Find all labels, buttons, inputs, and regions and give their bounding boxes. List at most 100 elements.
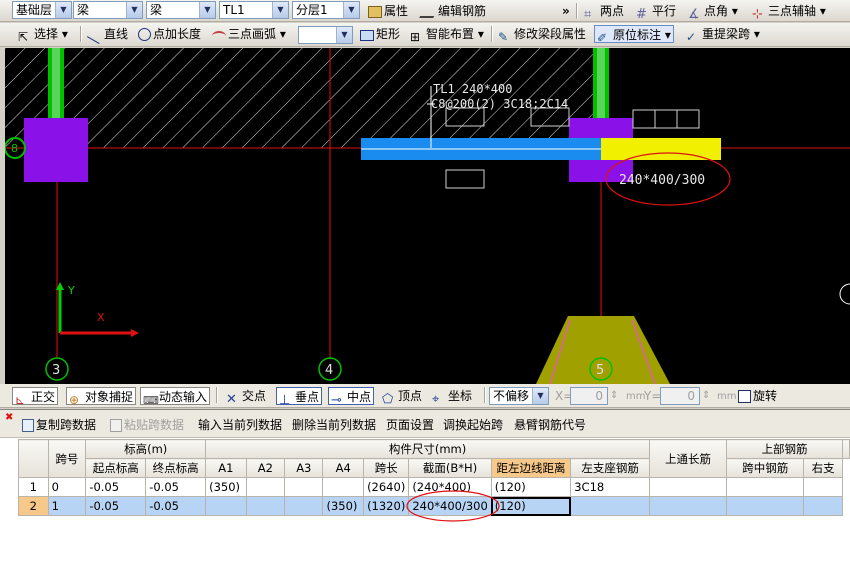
chevron-down-icon: ▼ (126, 2, 142, 18)
header-a2[interactable]: A2 (245, 458, 286, 478)
header-offset[interactable]: 距左边线距离 (490, 458, 572, 478)
point-length-button[interactable]: 点加长度 (136, 25, 203, 43)
annotation-box (445, 169, 485, 189)
cell-right[interactable] (803, 496, 843, 516)
header-a3[interactable]: A3 (284, 458, 324, 478)
header-end-elev[interactable]: 终点标高 (145, 458, 207, 478)
vertex-snap[interactable]: ⬠ 顶点 (380, 387, 424, 407)
cantilever-button[interactable]: 悬臂钢筋代号 (514, 416, 586, 433)
smart-layout-icon: ⊞ (410, 30, 421, 44)
table-header-row: 跨号 标高(m) 构件尺寸(mm) 上通长筋 上部钢筋 (18, 439, 850, 478)
header-a4[interactable]: A4 (322, 458, 365, 478)
cell-a3[interactable] (284, 496, 324, 516)
floor-select[interactable]: 基础层 ▼ (12, 1, 72, 19)
select-button[interactable]: ⇱ 选择 ▾ (16, 25, 70, 44)
cell-end-elev[interactable]: -0.05 (145, 496, 207, 516)
header-right[interactable]: 右支 (803, 458, 843, 478)
offset-mode-select[interactable]: 不偏移 ▼ (489, 387, 549, 405)
floor-select-value: 基础层 (16, 3, 53, 17)
line-button[interactable]: 直线 (86, 25, 130, 44)
point-length-label: 点加长度 (153, 27, 202, 41)
perpendicular-label: 垂点 (295, 390, 320, 404)
parallel-button[interactable]: # 平行 (634, 2, 678, 22)
object-snap-toggle[interactable]: ⊕ 对象捕捉 (66, 387, 137, 407)
cell-a4[interactable] (322, 477, 365, 497)
component-select[interactable]: TL1 ▼ (219, 1, 289, 19)
ortho-toggle[interactable]: ⊾ 正交 (12, 387, 59, 407)
cell-a2[interactable] (245, 496, 286, 516)
cell-a3[interactable] (284, 477, 324, 497)
dynamic-input-label: 动态输入 (159, 390, 208, 404)
shape-select[interactable]: ▼ (298, 26, 353, 44)
category-select-value: 梁 (77, 3, 90, 17)
edit-rebar-label: 编辑钢筋 (438, 4, 487, 18)
three-point-aux-button[interactable]: ⊹ 三点辅轴 ▾ (750, 2, 828, 22)
toolbar-overflow-button[interactable]: » (560, 2, 572, 20)
cell-offset-active[interactable]: (120) (490, 496, 572, 516)
x-coord-input[interactable]: 0 (570, 387, 608, 405)
header-top-long[interactable]: 上通长筋 (648, 439, 728, 478)
re-extract-span-button[interactable]: ✓ 重提梁跨 ▾ (684, 25, 762, 44)
midpoint-snap[interactable]: ⊸ 中点 (328, 387, 375, 408)
paste-span-button[interactable]: 粘贴跨数据 (110, 416, 184, 433)
point-angle-label: 点角 (704, 4, 729, 18)
header-mid-span[interactable]: 跨中钢筋 (726, 458, 805, 478)
header-top-rebar: 上部钢筋 (726, 439, 843, 459)
cell-a4[interactable]: (350) (322, 496, 365, 516)
rotate-checkbox[interactable]: 旋转 (736, 387, 779, 405)
header-section[interactable]: 截面(B*H) (408, 458, 492, 478)
three-point-arc-button[interactable]: 三点画弧 ▾ (210, 25, 288, 43)
category-select[interactable]: 梁 ▼ (73, 1, 143, 19)
y-coord-input[interactable]: 0 (660, 387, 700, 405)
drawing-canvas[interactable]: 8 TL1 240*400 C8@200(2) 3C18;2C14 240*40… (5, 48, 850, 384)
cell-start-elev[interactable]: -0.05 (85, 477, 147, 497)
cell-a2[interactable] (245, 477, 286, 497)
perpendicular-snap[interactable]: ⊥ 垂点 (276, 387, 323, 408)
swap-start-button[interactable]: 调换起始跨 (443, 416, 503, 433)
header-span-no[interactable]: 跨号 (47, 439, 87, 478)
cell-end-elev[interactable]: -0.05 (145, 477, 207, 497)
properties-button[interactable]: 属性 (366, 2, 410, 20)
cell-right[interactable] (803, 477, 843, 497)
copy-span-button[interactable]: 复制跨数据 (22, 416, 96, 433)
header-start-elev[interactable]: 起点标高 (85, 458, 147, 478)
cell-left-seat[interactable] (648, 477, 728, 497)
header-span-len[interactable]: 跨长 (363, 458, 410, 478)
cell-top-long[interactable]: 3C18 (570, 477, 650, 497)
x-spinner[interactable]: ⇕ (608, 387, 620, 405)
cell-mid-span[interactable] (726, 477, 805, 497)
modify-span-button[interactable]: ✎ 修改梁段属性 (496, 25, 588, 44)
rectangle-button[interactable]: 矩形 (358, 25, 402, 43)
cell-start-elev[interactable]: -0.05 (85, 496, 147, 516)
header-a1[interactable]: A1 (205, 458, 247, 478)
intersection-snap[interactable]: ✕ 交点 (224, 387, 268, 407)
coordinate-label: 坐标 (448, 389, 473, 403)
cell-offset[interactable]: (120) (490, 477, 572, 497)
cell-span-len[interactable]: (2640) (363, 477, 410, 497)
cell-span-no[interactable]: 1 (47, 496, 87, 516)
cell-a1[interactable]: (350) (205, 477, 247, 497)
row-number[interactable]: 1 (18, 477, 49, 497)
header-left-seat[interactable]: 左支座钢筋 (570, 458, 650, 478)
cell-mid-span[interactable] (726, 496, 805, 516)
cell-left-seat[interactable] (648, 496, 728, 516)
y-spinner[interactable]: ⇕ (700, 387, 712, 405)
cell-top-long[interactable] (570, 496, 650, 516)
delete-column-button[interactable]: 删除当前列数据 (292, 416, 376, 433)
subcategory-select[interactable]: 梁 ▼ (146, 1, 216, 19)
smart-layout-button[interactable]: ⊞ 智能布置 ▾ (408, 25, 486, 44)
cell-a1[interactable] (205, 496, 247, 516)
coordinate-snap[interactable]: ⌖ 坐标 (430, 387, 474, 407)
input-column-button[interactable]: 输入当前列数据 (198, 416, 282, 433)
page-setup-button[interactable]: 页面设置 (386, 416, 434, 433)
layer-select[interactable]: 分层1 ▼ (292, 1, 360, 19)
point-angle-button[interactable]: ∡ 点角 ▾ (686, 2, 740, 22)
close-icon[interactable]: ✖ (5, 412, 13, 423)
two-points-button[interactable]: ⌗ 两点 (582, 2, 626, 22)
cell-span-len[interactable]: (1320) (363, 496, 410, 516)
in-situ-annotation-button[interactable]: ✐ 原位标注 ▾ (594, 25, 674, 45)
row-number[interactable]: 2 (18, 496, 49, 516)
edit-rebar-button[interactable]: 编辑钢筋 (419, 2, 488, 20)
dynamic-input-toggle[interactable]: ⌨动态输入 (140, 387, 211, 407)
cell-span-no[interactable]: 0 (47, 477, 87, 497)
